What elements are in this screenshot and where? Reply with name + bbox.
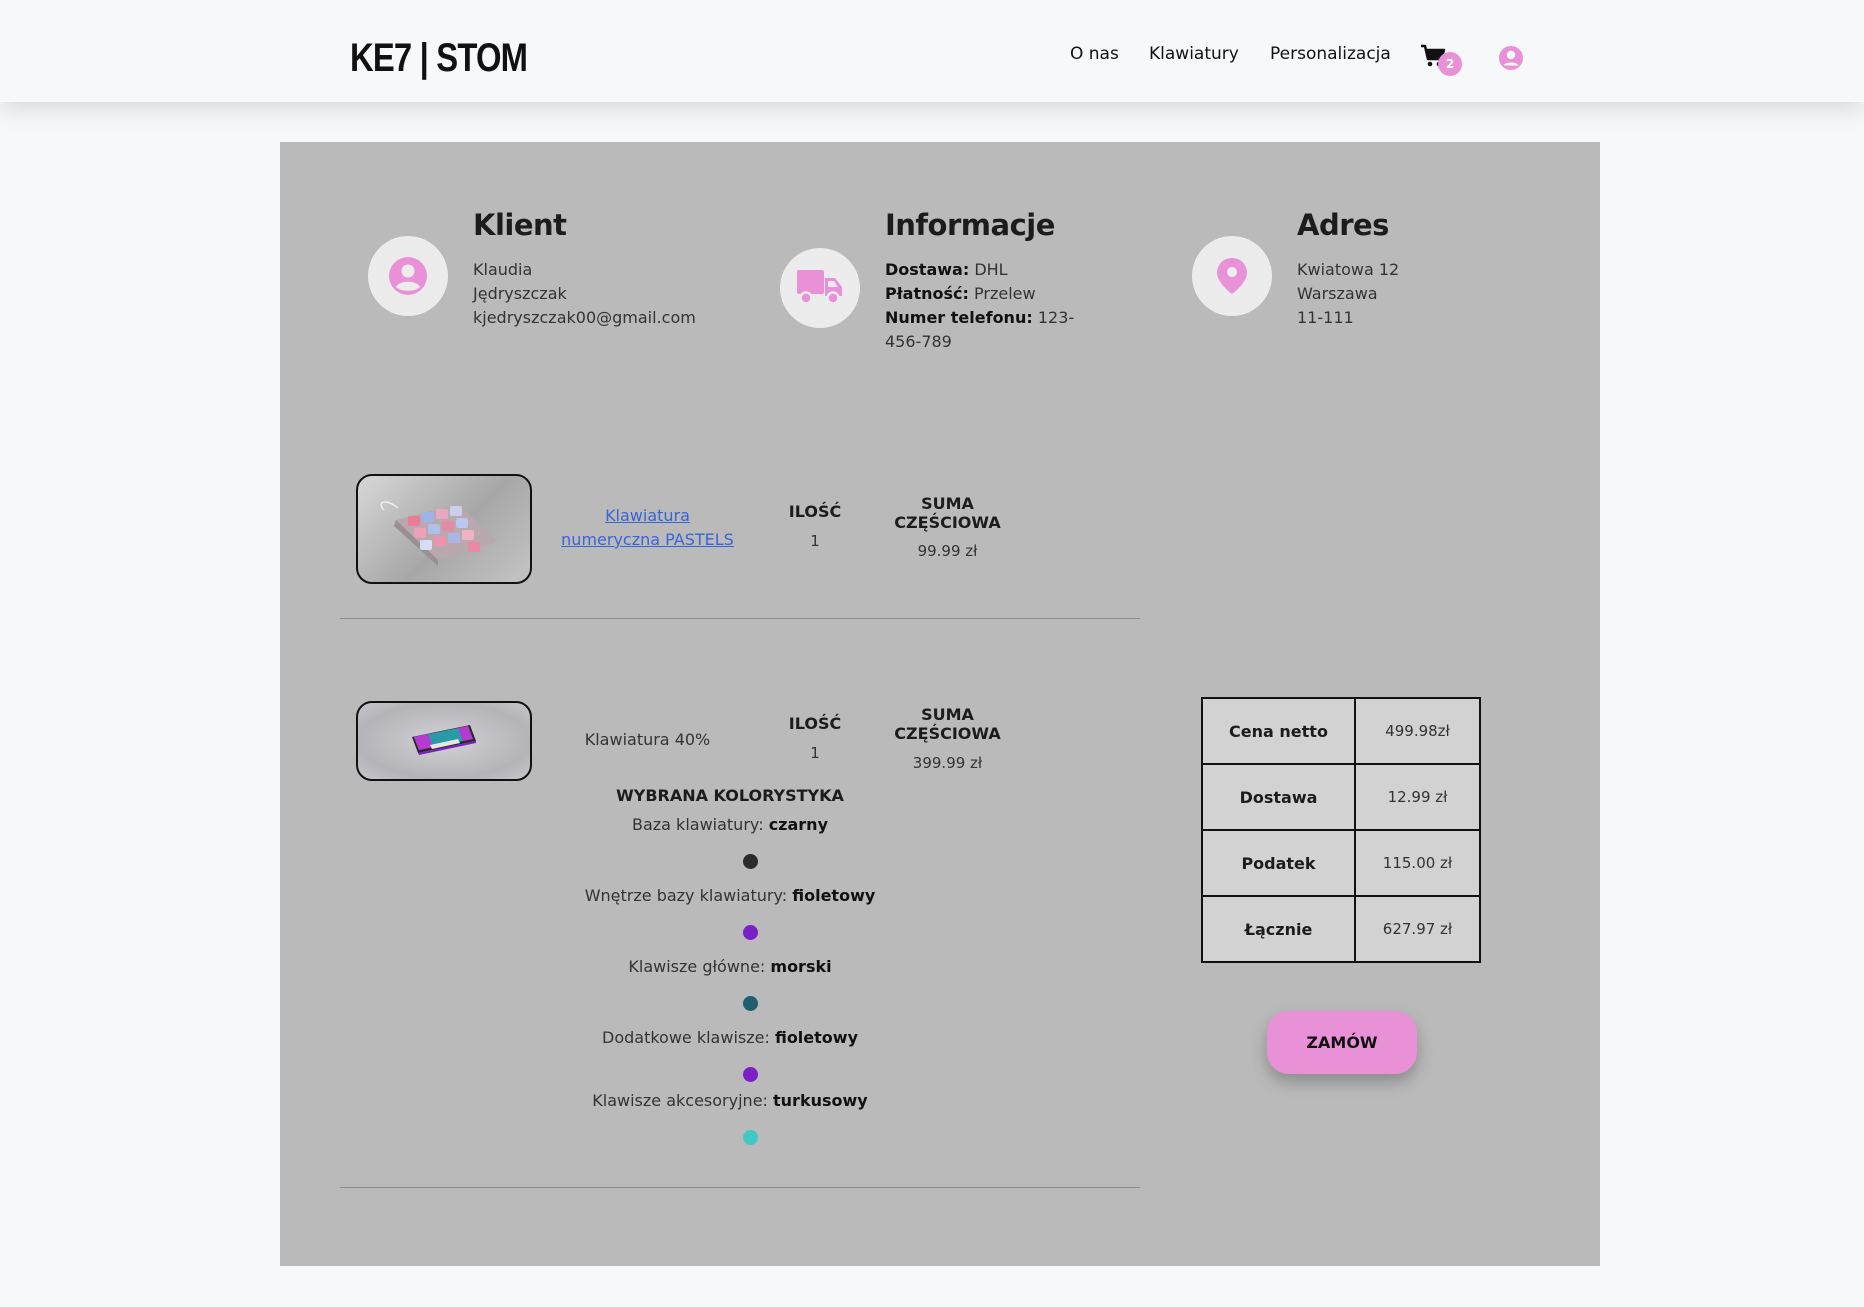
truck-icon <box>797 270 842 305</box>
color-label: Wnętrze bazy klawiatury: <box>584 886 788 905</box>
subtotal-header-line2: CZĘŚCIOWA <box>894 513 1001 532</box>
product-divider <box>340 618 1140 619</box>
color-row-extra-keys: Dodatkowe klawisze: fioletowy <box>500 1028 960 1047</box>
subtotal-header-line1: SUMA <box>921 494 974 513</box>
totals-label: Łącznie <box>1201 895 1356 963</box>
delivery-icon-circle <box>780 248 860 328</box>
totals-label: Podatek <box>1201 829 1356 897</box>
product-link-numpad[interactable]: Klawiatura numeryczna PASTELS <box>550 504 745 552</box>
nav-link-klawiatury[interactable]: Klawiatury <box>1149 44 1239 64</box>
order-button[interactable]: ZAMÓW <box>1267 1011 1417 1074</box>
order-totals-table: Cena netto 499.98zł Dostawa 12.99 zł Pod… <box>1201 697 1481 963</box>
color-swatch-base <box>743 854 758 869</box>
totals-row-net: Cena netto 499.98zł <box>1201 697 1481 765</box>
user-icon <box>389 257 427 295</box>
color-value: fioletowy <box>792 886 876 905</box>
client-email: kjedryszczak00@gmail.com <box>473 308 696 327</box>
color-row-base: Baza klawiatury: czarny <box>500 815 960 834</box>
payment-value: Przelew <box>974 284 1036 303</box>
address-city: Warszawa <box>1297 284 1378 303</box>
client-last-name: Jędryszczak <box>473 284 567 303</box>
client-title: Klient <box>473 208 567 242</box>
top-header: KE7 | STOM O nas Klawiatury Personalizac… <box>0 0 1864 102</box>
site-logo[interactable]: KE7 | STOM <box>350 34 528 82</box>
phone-label: Numer telefonu: <box>885 308 1033 327</box>
numpad-keyboard-image <box>380 501 498 566</box>
location-pin-icon <box>1217 258 1247 294</box>
color-row-accent-keys: Klawisze akcesoryjne: turkusowy <box>500 1091 960 1110</box>
color-swatch-base-interior <box>743 925 758 940</box>
nav-link-o-nas[interactable]: O nas <box>1070 44 1119 64</box>
keyboard-40-image <box>412 725 476 755</box>
color-value: turkusowy <box>773 1091 868 1110</box>
quantity-value: 1 <box>810 532 820 550</box>
phone-value-part1: 123- <box>1037 308 1075 327</box>
delivery-row: Dostawa: DHL <box>885 258 1008 282</box>
quantity-header: ILOŚĆ <box>788 502 842 521</box>
address-street: Kwiatowa 12 <box>1297 260 1400 279</box>
color-label: Klawisze akcesoryjne: <box>592 1091 768 1110</box>
delivery-value: DHL <box>974 260 1008 279</box>
product-link-line1[interactable]: Klawiatura <box>605 506 690 525</box>
totals-value: 499.98zł <box>1354 697 1481 765</box>
cart-count-badge: 2 <box>1438 52 1462 76</box>
subtotal-value: 99.99 zł <box>917 542 978 560</box>
user-account-icon[interactable] <box>1498 45 1524 71</box>
subtotal-header: SUMA CZĘŚCIOWA <box>880 494 1015 532</box>
color-label: Klawisze główne: <box>628 957 766 976</box>
payment-label: Płatność: <box>885 284 969 303</box>
subtotal-header: SUMA CZĘŚCIOWA <box>880 705 1015 743</box>
delivery-label: Dostawa: <box>885 260 970 279</box>
phone-row: Numer telefonu: 123- <box>885 306 1074 330</box>
color-value: czarny <box>768 815 828 834</box>
client-first-name: Klaudia <box>473 260 533 279</box>
payment-row: Płatność: Przelew <box>885 282 1036 306</box>
totals-row-total: Łącznie 627.97 zł <box>1201 895 1481 963</box>
color-swatch-extra-keys <box>743 1067 758 1082</box>
phone-value-part2: 456-789 <box>885 332 952 351</box>
cart-button[interactable]: 2 <box>1420 44 1464 78</box>
product-divider <box>340 1187 1140 1188</box>
totals-value: 627.97 zł <box>1354 895 1481 963</box>
color-scheme-heading: WYBRANA KOLORYSTYKA <box>616 786 844 805</box>
totals-value: 12.99 zł <box>1354 763 1481 831</box>
quantity-header: ILOŚĆ <box>788 714 842 733</box>
totals-row-delivery: Dostawa 12.99 zł <box>1201 763 1481 831</box>
product-name-keyboard-40: Klawiatura 40% <box>584 730 711 749</box>
nav-link-personalizacja[interactable]: Personalizacja <box>1270 44 1391 64</box>
subtotal-header-line2: CZĘŚCIOWA <box>894 724 1001 743</box>
totals-label: Cena netto <box>1201 697 1356 765</box>
totals-label: Dostawa <box>1201 763 1356 831</box>
color-swatch-main-keys <box>743 996 758 1011</box>
address-postal: 11-111 <box>1297 308 1354 327</box>
totals-row-tax: Podatek 115.00 zł <box>1201 829 1481 897</box>
color-label: Dodatkowe klawisze: <box>602 1028 770 1047</box>
color-row-base-interior: Wnętrze bazy klawiatury: fioletowy <box>500 886 960 905</box>
order-summary-panel: Klient Klaudia Jędryszczak kjedryszczak0… <box>280 142 1600 1266</box>
product-link-line2[interactable]: numeryczna PASTELS <box>561 530 734 549</box>
color-label: Baza klawiatury: <box>631 815 764 834</box>
color-row-main-keys: Klawisze główne: morski <box>500 957 960 976</box>
client-icon-circle <box>368 236 448 316</box>
subtotal-header-line1: SUMA <box>921 705 974 724</box>
subtotal-value: 399.99 zł <box>912 754 983 772</box>
product-image-numpad[interactable] <box>356 474 532 584</box>
totals-value: 115.00 zł <box>1354 829 1481 897</box>
info-title: Informacje <box>885 208 1055 242</box>
color-swatch-accent-keys <box>743 1130 758 1145</box>
address-title: Adres <box>1297 208 1389 242</box>
color-value: morski <box>770 957 832 976</box>
product-image-keyboard-40[interactable] <box>356 701 532 781</box>
color-value: fioletowy <box>774 1028 858 1047</box>
address-icon-circle <box>1192 236 1272 316</box>
quantity-value: 1 <box>810 744 820 762</box>
